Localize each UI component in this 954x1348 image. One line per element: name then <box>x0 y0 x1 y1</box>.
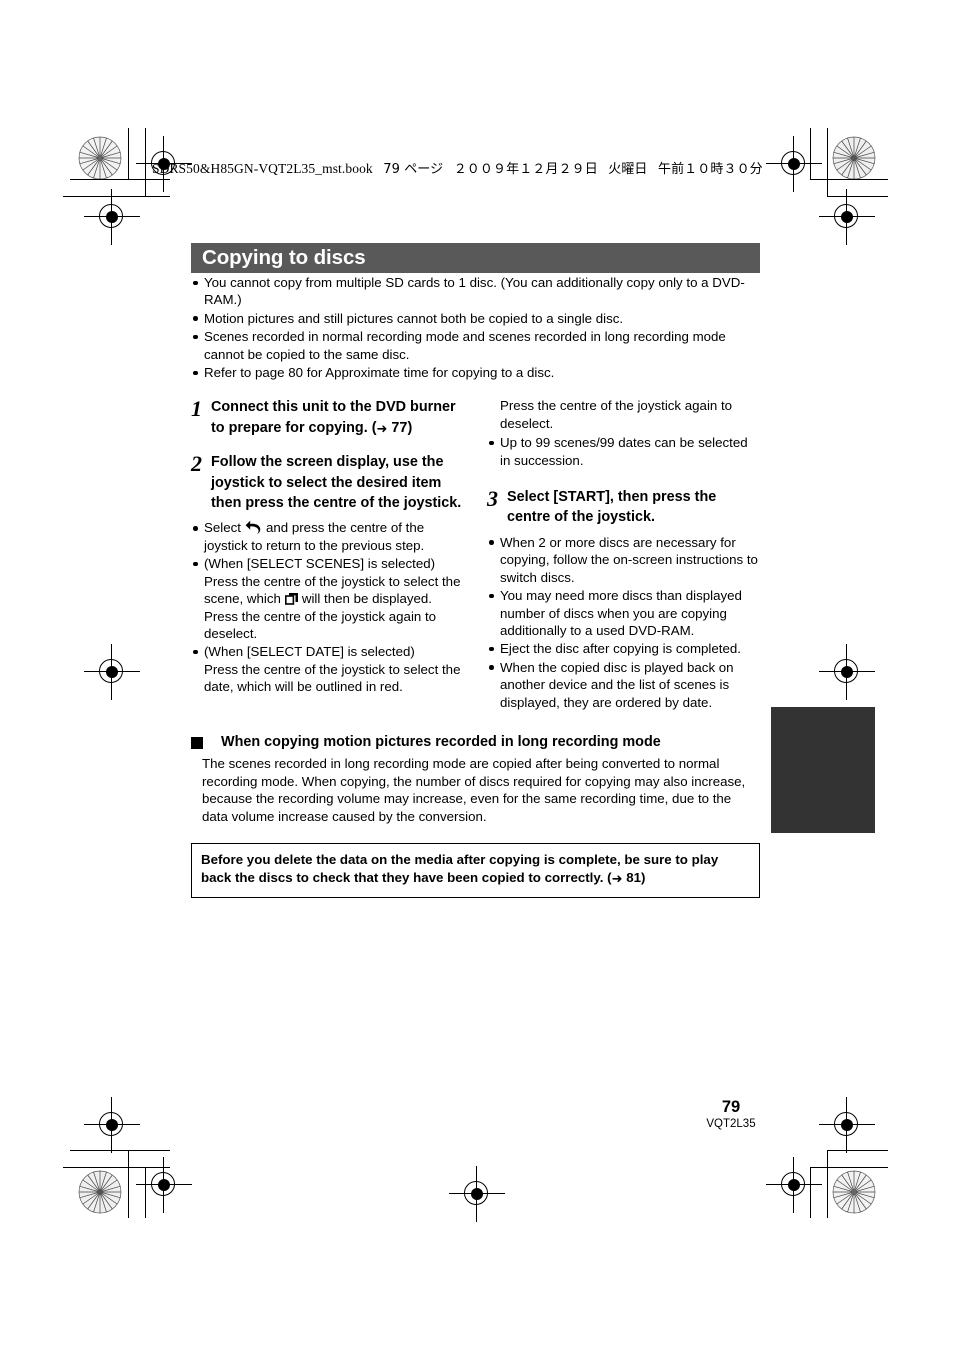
step-2-notes: Select and press the centre of the joysti… <box>191 519 463 695</box>
registration-target-icon <box>766 1157 822 1213</box>
star-target-icon <box>832 136 876 180</box>
step-1-page-ref: 77 <box>391 419 408 436</box>
crop-mark-top-right-h2 <box>827 196 888 198</box>
arrow-right-icon: ➜ <box>611 872 623 888</box>
copy-pages-icon <box>284 592 299 606</box>
list-item: Up to 99 scenes/99 dates can be selected… <box>487 434 759 469</box>
list-item: (When [SELECT DATE] is selected) Press th… <box>191 643 463 695</box>
registration-target-icon <box>819 1097 875 1153</box>
crop-mark-bottom-left-h1 <box>70 1150 170 1152</box>
step-3-number: 3 <box>487 486 498 512</box>
registration-target-icon <box>819 189 875 245</box>
note-before-icon: Select <box>204 520 241 536</box>
step-1-text-b: ) <box>407 419 413 436</box>
right-column-notes: Up to 99 scenes/99 dates can be selected… <box>487 434 759 469</box>
left-column: 1 Connect this unit to the DVD burner to… <box>191 397 463 711</box>
header-book-name: SDRS50&H85GN-VQT2L35_mst.book <box>152 161 373 176</box>
right-column-carryover: Press the centre of the joystick again t… <box>500 398 733 431</box>
list-item: (When [SELECT SCENES] is selected) Press … <box>191 555 463 642</box>
crop-mark-bottom-right-h2 <box>810 1167 888 1169</box>
arrow-right-icon: ➜ <box>376 421 388 437</box>
star-target-icon <box>78 1170 122 1214</box>
registration-target-icon <box>84 644 140 700</box>
step-1: 1 Connect this unit to the DVD burner to… <box>191 397 463 440</box>
right-column: Press the centre of the joystick again t… <box>487 397 759 711</box>
header-weekday: 火曜日 <box>608 162 648 177</box>
section-title-bar: Copying to discs <box>191 243 760 273</box>
step-3-notes: When 2 or more discs are necessary for c… <box>487 534 759 711</box>
crop-mark-top-right-h1 <box>810 179 888 181</box>
intro-bullet-list: You cannot copy from multiple SD cards t… <box>191 274 760 381</box>
list-item: Eject the disc after copying is complete… <box>487 640 759 657</box>
crop-mark-top-left-h2 <box>63 196 170 198</box>
list-item: When the copied disc is played back on a… <box>487 659 759 711</box>
long-mode-body: The scenes recorded in long recording mo… <box>202 755 746 824</box>
crop-mark-top-left-v1 <box>128 128 130 180</box>
warning-page-ref: 81 <box>626 870 642 886</box>
select-date-line2: Press the centre of the joystick to sele… <box>204 661 461 695</box>
select-scenes-line1: (When [SELECT SCENES] is selected) <box>204 556 436 572</box>
step-1-text: Connect this unit to the DVD burner to p… <box>211 397 463 440</box>
registration-target-icon <box>766 136 822 192</box>
print-header-file-line: SDRS50&H85GN-VQT2L35_mst.book 79 ページ ２００… <box>152 158 763 177</box>
list-item: You may need more discs than displayed n… <box>487 587 759 639</box>
star-target-icon <box>832 1170 876 1214</box>
square-bullet-icon <box>191 736 203 749</box>
long-recording-mode-section: When copying motion pictures recorded in… <box>191 733 760 825</box>
two-column-body: 1 Connect this unit to the DVD burner to… <box>191 397 760 711</box>
header-page-label: 79 ページ <box>383 162 444 177</box>
page-footer: 79 VQT2L35 <box>700 1098 762 1131</box>
list-item: Motion pictures and still pictures canno… <box>191 310 760 327</box>
select-date-line1: (When [SELECT DATE] is selected) <box>204 644 415 660</box>
page-number: 79 <box>721 1098 741 1116</box>
warning-text-b: ) <box>641 870 646 886</box>
page-content: Copying to discs You cannot copy from mu… <box>191 243 760 899</box>
registration-target-icon <box>84 1097 140 1153</box>
crop-mark-top-right-v2 <box>827 128 829 197</box>
list-item: When 2 or more discs are necessary for c… <box>487 534 759 586</box>
list-item: You cannot copy from multiple SD cards t… <box>191 274 760 309</box>
list-item: Refer to page 80 for Approximate time fo… <box>191 364 760 381</box>
step-2-number: 2 <box>191 451 202 477</box>
step-3-text: Select [START], then press the centre of… <box>507 489 717 526</box>
step-3: 3 Select [START], then press the centre … <box>487 487 759 528</box>
return-arrow-icon <box>245 520 262 536</box>
crop-mark-bottom-right-v2 <box>827 1150 829 1218</box>
crop-mark-bottom-left-v1 <box>128 1150 130 1218</box>
long-mode-heading-row: When copying motion pictures recorded in… <box>191 733 760 752</box>
step-1-number: 1 <box>191 396 202 422</box>
step-1-text-a: Connect this unit to the DVD burner to p… <box>211 399 456 436</box>
registration-target-icon <box>84 189 140 245</box>
list-item: Select and press the centre of the joysti… <box>191 519 463 554</box>
registration-target-icon <box>449 1166 505 1222</box>
step-2-text: Follow the screen display, use the joyst… <box>211 454 462 512</box>
crop-mark-bottom-right-h1 <box>827 1150 888 1152</box>
list-item: Scenes recorded in normal recording mode… <box>191 328 760 363</box>
star-target-icon <box>78 136 122 180</box>
step-2: 2 Follow the screen display, use the joy… <box>191 452 463 513</box>
warning-box: Before you delete the data on the media … <box>191 843 760 899</box>
document-code: VQT2L35 <box>706 1118 756 1130</box>
header-date: ２００９年１２月２９日 <box>453 162 598 177</box>
header-time: 午前１０時３０分 <box>657 162 763 177</box>
registration-target-icon <box>819 644 875 700</box>
long-mode-heading: When copying motion pictures recorded in… <box>221 733 661 750</box>
page-side-tab <box>771 707 875 833</box>
registration-target-icon <box>136 1157 192 1213</box>
page-title: Copying to discs <box>202 246 366 269</box>
